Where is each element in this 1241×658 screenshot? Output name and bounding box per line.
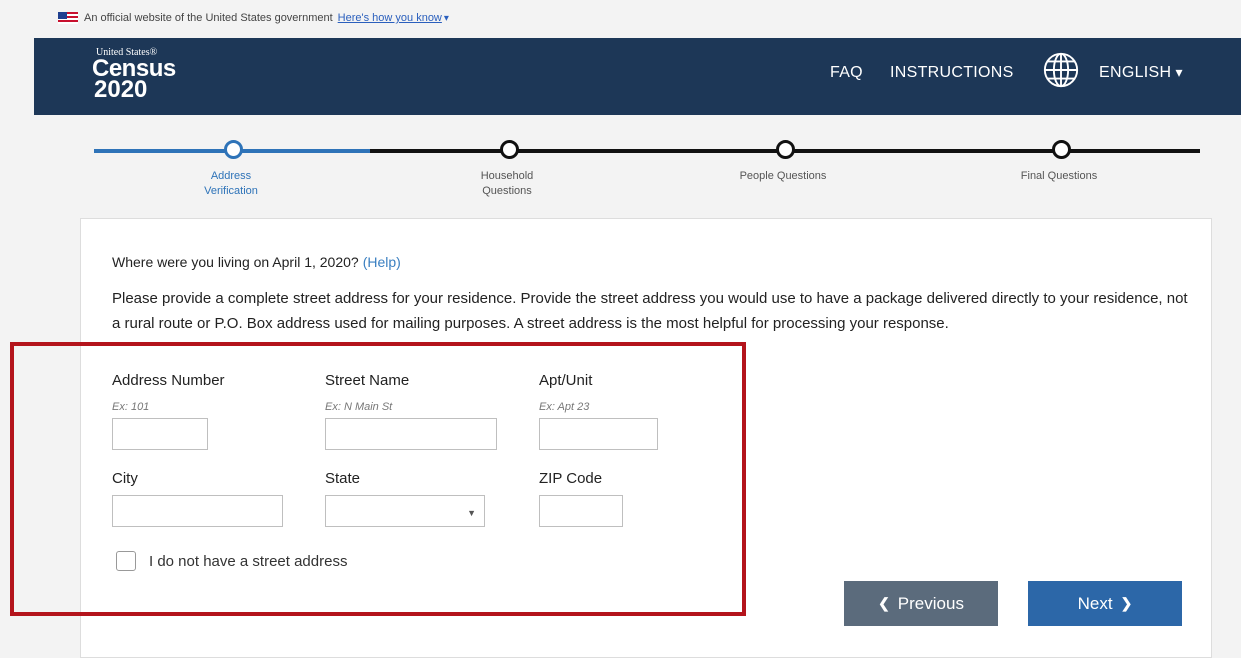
step-label-line1: Final Questions	[1020, 170, 1098, 182]
help-link[interactable]: (Help)	[363, 254, 401, 270]
step-final-questions-circle	[1052, 140, 1071, 159]
chevron-right-icon: ❯	[1120, 595, 1133, 611]
street-name-label: Street Name	[325, 372, 410, 389]
no-street-address-checkbox[interactable]	[116, 551, 136, 571]
street-name-hint: Ex: N Main St	[325, 401, 393, 413]
select-arrow-icon: ▼	[467, 508, 476, 518]
heres-how-you-know-link[interactable]: Here's how you know	[338, 12, 449, 24]
apt-unit-hint: Ex: Apt 23	[539, 401, 590, 413]
step-address-verification-label: Address Verification	[171, 169, 291, 199]
address-number-input[interactable]	[112, 418, 208, 450]
residence-question: Where were you living on April 1, 2020?(…	[112, 254, 401, 270]
city-label: City	[112, 470, 138, 487]
step-household-questions-label: Household Questions	[447, 169, 567, 199]
question-text: Where were you living on April 1, 2020?	[112, 254, 359, 270]
step-final-questions-label: Final Questions	[999, 169, 1119, 184]
site-header: United States® Census 2020 FAQ INSTRUCTI…	[34, 38, 1241, 115]
state-select[interactable]: ▼	[325, 495, 485, 527]
next-button[interactable]: Next ❯	[1028, 581, 1182, 626]
previous-button-label: Previous	[897, 593, 964, 613]
step-label-line2: Verification	[204, 184, 258, 197]
nav-faq-link[interactable]: FAQ	[830, 64, 863, 82]
gov-banner-text: An official website of the United States…	[84, 12, 449, 24]
step-label-line2: Questions	[482, 184, 532, 197]
census-2020-logo[interactable]: United States® Census 2020	[92, 48, 212, 102]
state-label: State	[325, 470, 361, 487]
city-input[interactable]	[112, 495, 283, 527]
apt-unit-label: Apt/Unit	[539, 372, 593, 389]
step-label-line1: Household	[480, 170, 534, 182]
nav-instructions-link[interactable]: INSTRUCTIONS	[890, 64, 1014, 82]
step-people-questions-circle	[776, 140, 795, 159]
address-instructions: Please provide a complete street address…	[112, 290, 1188, 332]
next-button-label: Next	[1077, 593, 1113, 613]
gov-banner-label: An official website of the United States…	[84, 12, 333, 24]
chevron-left-icon: ❮	[878, 595, 890, 611]
step-label-line1: Address	[210, 170, 252, 182]
address-number-hint: Ex: 101	[112, 401, 150, 413]
progress-stepper: Address Verification Household Questions…	[0, 115, 1241, 215]
step-people-questions-label: People Questions	[723, 169, 843, 184]
zip-code-input[interactable]	[539, 495, 623, 527]
street-name-input[interactable]	[325, 418, 497, 450]
step-address-verification-circle	[224, 140, 243, 159]
previous-button[interactable]: ❮ Previous	[844, 581, 998, 626]
zip-code-label: ZIP Code	[539, 470, 603, 487]
apt-unit-input[interactable]	[539, 418, 658, 450]
us-flag-icon	[58, 12, 78, 24]
language-dropdown[interactable]: ENGLISH	[1099, 64, 1183, 82]
address-number-label: Address Number	[112, 372, 225, 389]
globe-icon[interactable]	[1042, 51, 1080, 89]
step-household-questions-circle	[500, 140, 519, 159]
no-street-address-label[interactable]: I do not have a street address	[149, 553, 347, 570]
gov-banner: An official website of the United States…	[0, 0, 1241, 38]
step-label-line1: People Questions	[739, 170, 827, 182]
